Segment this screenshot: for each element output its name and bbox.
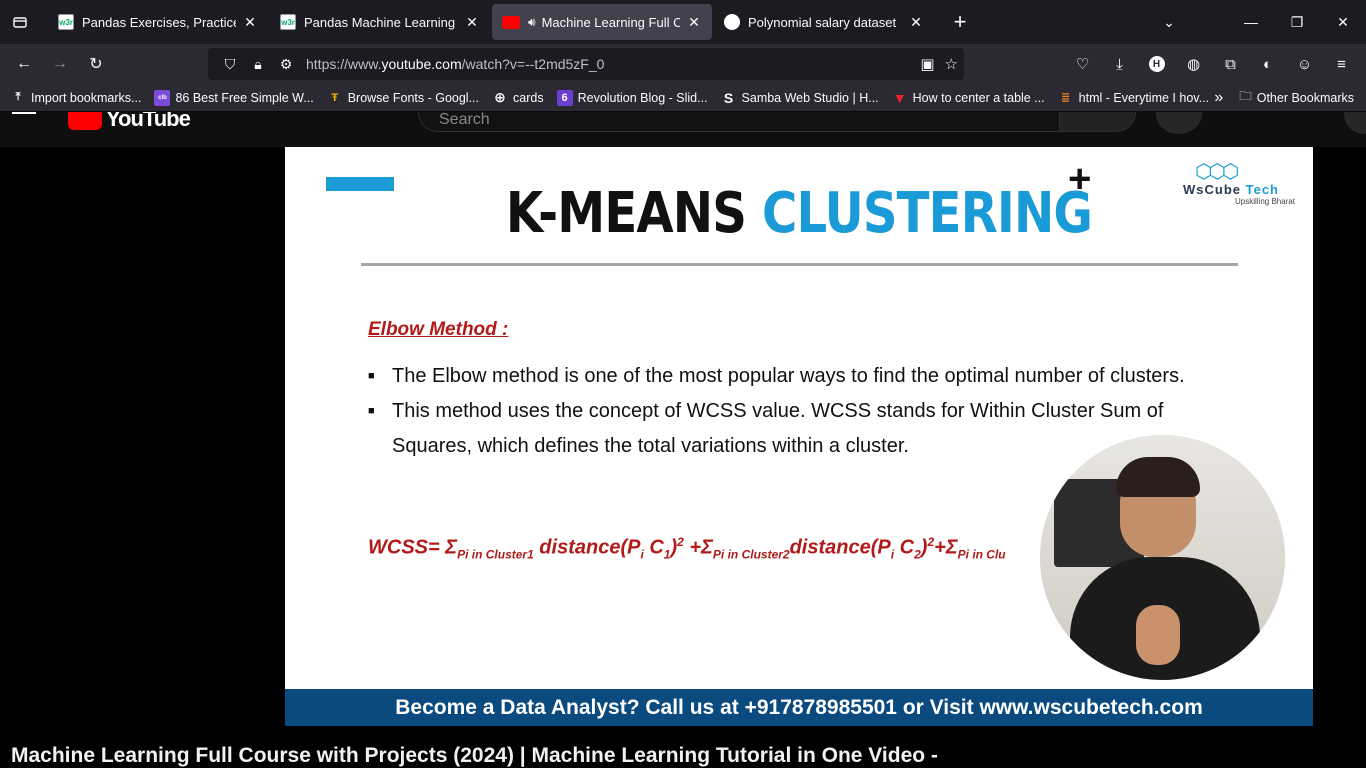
wscube-logo: ⬡⬡⬡ WsCube Tech Upskilling Bharat <box>1183 161 1296 206</box>
stackoverflow-icon: ≣ <box>1061 92 1071 104</box>
video-title: Machine Learning Full Course with Projec… <box>11 744 938 767</box>
revolution-icon: 6 <box>556 89 573 106</box>
tab-close-icon[interactable]: ✕ <box>464 14 480 31</box>
bookmark-google-fonts[interactable]: Ŧ Browse Fonts - Googl... <box>327 90 479 106</box>
tab-overview-icon[interactable] <box>0 0 40 44</box>
list-item: ■ The Elbow method is one of the most pop… <box>368 359 1198 394</box>
lock-icon[interactable]: 🔒︎ <box>244 56 272 73</box>
chatgpt-favicon-icon <box>724 14 740 30</box>
app-menu-icon[interactable]: ≡ <box>1325 48 1358 80</box>
colorlib-icon: clb <box>154 89 171 106</box>
bullet-square-icon: ■ <box>368 405 375 417</box>
bookmark-star-icon[interactable]: ☆ <box>945 55 958 73</box>
w3resource-favicon-icon: w3r <box>58 14 74 30</box>
youtube-logo[interactable]: YouTube <box>68 112 191 132</box>
bookmarks-toolbar: ⤒ Import bookmarks... clb 86 Best Free Sim… <box>0 84 1366 112</box>
browser-tab-strip: w3r Pandas Exercises, Practice, Soluti ✕… <box>0 0 1366 44</box>
tab-pandas-exercises[interactable]: w3r Pandas Exercises, Practice, Soluti ✕ <box>48 4 268 40</box>
pocket-icon[interactable]: ♡ <box>1066 48 1099 80</box>
presenter-webcam <box>1040 435 1285 680</box>
bookmark-colorlib[interactable]: clb 86 Best Free Simple W... <box>154 89 314 106</box>
extension-puzzle-icon[interactable]: ◐ <box>1251 48 1284 80</box>
youtube-header: YouTube Search <box>0 112 1366 147</box>
other-bookmarks[interactable]: » 🗀︎ Other Bookmarks <box>1214 87 1354 108</box>
hexagon-logo-icon: ⬡⬡⬡ <box>1195 161 1239 183</box>
tab-list-chevron-icon[interactable]: ⌄ <box>1146 14 1192 31</box>
tab-youtube-ml-course[interactable]: 🔊︎ Machine Learning Full Cour ✕ <box>492 4 712 40</box>
voice-search-icon[interactable] <box>1156 112 1202 134</box>
restore-button[interactable]: ❐ <box>1274 14 1320 31</box>
import-icon: ⤒ <box>15 91 21 103</box>
bullet-square-icon: ■ <box>368 370 375 382</box>
cta-banner: Become a Data Analyst? Call us at +91787… <box>285 689 1313 726</box>
tab-pandas-ml[interactable]: w3r Pandas Machine Learning Integ ✕ <box>270 4 490 40</box>
youtube-play-icon <box>68 112 102 130</box>
tab-title: Machine Learning Full Cour <box>541 14 680 30</box>
video-player[interactable]: K-MEANS CLUSTERING + ⬡⬡⬡ WsCube Tech Ups… <box>285 147 1313 726</box>
menu-icon[interactable] <box>12 112 36 114</box>
search-input[interactable]: Search <box>418 112 1060 132</box>
extensions-icon[interactable]: ⧉ <box>1214 48 1247 80</box>
navigation-toolbar: ← → ↻ ⛉ 🔒︎ ⚙︎ https://www.youtube.com/wa… <box>0 44 1366 84</box>
bookmark-import[interactable]: ⤒ Import bookmarks... <box>10 90 142 106</box>
shield-icon[interactable]: ⛉ <box>216 56 244 73</box>
address-bar[interactable]: ⛉ 🔒︎ ⚙︎ https://www.youtube.com/watch?v=… <box>208 48 964 80</box>
url-text[interactable]: https://www.youtube.com/watch?v=--t2md5z… <box>306 56 604 72</box>
wcss-formula: WCSS= ΣPi in Cluster1 distance(Pi C1)2 +… <box>368 535 1006 562</box>
back-button[interactable]: ← <box>6 48 42 80</box>
globe-icon: ⊕ <box>494 89 506 105</box>
bookmark-samba[interactable]: S Samba Web Studio | H... <box>721 90 879 106</box>
vue-icon: ▼ <box>892 89 907 106</box>
window-controls: ⌄ — ❐ ✕ <box>1146 0 1366 44</box>
bookmark-cards[interactable]: ⊕ cards <box>492 89 543 106</box>
reader-view-icon[interactable]: ▣ <box>920 55 934 73</box>
w3resource-favicon-icon: w3r <box>280 14 296 30</box>
more-bookmarks-chevron-icon[interactable]: » <box>1214 89 1223 107</box>
downloads-icon[interactable]: ⤓ <box>1103 48 1136 80</box>
folder-icon: 🗀︎ <box>1239 89 1252 103</box>
reload-button[interactable]: ↻ <box>78 48 114 80</box>
tab-close-icon[interactable]: ✕ <box>908 14 924 31</box>
cookie-extension-icon[interactable]: ◍ <box>1177 48 1210 80</box>
profile-avatar-icon[interactable]: ☺ <box>1288 48 1321 80</box>
slide-title: K-MEANS CLUSTERING <box>505 181 1093 246</box>
google-fonts-icon: Ŧ <box>331 91 339 104</box>
bookmark-stackoverflow[interactable]: ≣ html - Everytime I hov... <box>1058 90 1209 106</box>
speaker-icon[interactable]: 🔊︎ <box>528 15 536 30</box>
tab-close-icon[interactable]: ✕ <box>686 14 702 31</box>
samba-icon: S <box>723 89 734 106</box>
search-button[interactable] <box>1060 112 1136 132</box>
section-heading: Elbow Method : <box>368 319 509 340</box>
toolbar-extensions: ♡ ⤓ H ◍ ⧉ ◐ ☺ ≡ <box>1066 44 1358 84</box>
plus-decoration-icon: + <box>1068 157 1092 201</box>
permissions-icon[interactable]: ⚙︎ <box>272 56 300 73</box>
minimize-button[interactable]: — <box>1228 14 1274 30</box>
youtube-favicon-icon <box>502 15 520 29</box>
forward-button[interactable]: → <box>42 48 78 80</box>
tab-title: Pandas Exercises, Practice, Soluti <box>82 14 236 30</box>
create-button[interactable] <box>1344 112 1366 134</box>
bookmark-revolution[interactable]: 6 Revolution Blog - Slid... <box>556 89 708 106</box>
tab-close-icon[interactable]: ✕ <box>242 14 258 31</box>
tab-title: Polynomial salary dataset <box>748 14 897 30</box>
tab-title: Pandas Machine Learning Integ <box>304 14 458 30</box>
bookmark-center-table[interactable]: ▼ How to center a table ... <box>892 90 1045 106</box>
close-window-button[interactable]: ✕ <box>1320 14 1366 31</box>
tab-polynomial-salary[interactable]: Polynomial salary dataset ✕ <box>714 4 934 40</box>
account-icon[interactable]: H <box>1140 48 1173 80</box>
new-tab-button[interactable]: + <box>942 9 978 35</box>
title-divider <box>361 263 1238 266</box>
